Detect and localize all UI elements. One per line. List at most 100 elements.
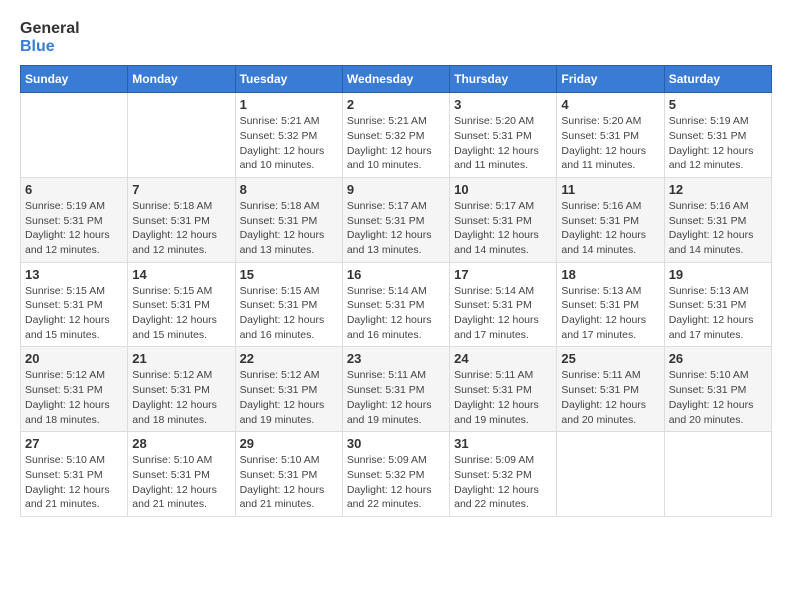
calendar-cell: 20 Sunrise: 5:12 AMSunset: 5:31 PMDayligh… [21,347,128,432]
day-info: Sunrise: 5:18 AMSunset: 5:31 PMDaylight:… [132,199,230,258]
day-number: 11 [561,182,659,197]
calendar-cell: 28Sunrise: 5:10 AMSunset: 5:31 PMDayligh… [128,432,235,517]
calendar-header-row: SundayMondayTuesdayWednesdayThursdayFrid… [21,66,772,93]
calendar-cell: 16 Sunrise: 5:14 AMSunset: 5:31 PMDayligh… [342,262,449,347]
day-number: 2 [347,97,445,112]
day-number: 23 [347,351,445,366]
weekday-header: Sunday [21,66,128,93]
calendar-cell: 31 Sunrise: 5:09 AMSunset: 5:32 PMDayligh… [450,432,557,517]
day-number: 10 [454,182,552,197]
day-info: Sunrise: 5:17 AMSunset: 5:31 PMDaylight:… [454,199,552,258]
calendar-week-row: 20 Sunrise: 5:12 AMSunset: 5:31 PMDayligh… [21,347,772,432]
day-number: 15 [240,267,338,282]
day-info: Sunrise: 5:12 AMSunset: 5:31 PMDaylight:… [240,368,338,427]
weekday-header: Friday [557,66,664,93]
day-info: Sunrise: 5:10 AMSunset: 5:31 PMDaylight:… [240,453,338,512]
day-info: Sunrise: 5:11 AMSunset: 5:31 PMDaylight:… [454,368,552,427]
day-number: 5 [669,97,767,112]
calendar-cell: 27 Sunrise: 5:10 AMSunset: 5:31 PMDayligh… [21,432,128,517]
page-header: General Blue General Blue [20,20,772,55]
day-info: Sunrise: 5:11 AMSunset: 5:31 PMDaylight:… [561,368,659,427]
day-number: 19 [669,267,767,282]
day-number: 7 [132,182,230,197]
day-info: Sunrise: 5:15 AMSunset: 5:31 PMDaylight:… [132,284,230,343]
calendar-cell: 9 Sunrise: 5:17 AMSunset: 5:31 PMDaylight… [342,177,449,262]
calendar-cell [664,432,771,517]
day-number: 4 [561,97,659,112]
day-info: Sunrise: 5:15 AMSunset: 5:31 PMDaylight:… [240,284,338,343]
calendar-cell: 15 Sunrise: 5:15 AMSunset: 5:31 PMDayligh… [235,262,342,347]
logo-general: General [20,20,80,38]
day-number: 14 [132,267,230,282]
day-info: Sunrise: 5:10 AMSunset: 5:31 PMDaylight:… [25,453,123,512]
day-number: 17 [454,267,552,282]
weekday-header: Saturday [664,66,771,93]
day-number: 31 [454,436,552,451]
day-number: 6 [25,182,123,197]
day-info: Sunrise: 5:09 AMSunset: 5:32 PMDaylight:… [347,453,445,512]
calendar-cell: 6 Sunrise: 5:19 AMSunset: 5:31 PMDaylight… [21,177,128,262]
day-number: 18 [561,267,659,282]
calendar-week-row: 27 Sunrise: 5:10 AMSunset: 5:31 PMDayligh… [21,432,772,517]
weekday-header: Wednesday [342,66,449,93]
day-info: Sunrise: 5:09 AMSunset: 5:32 PMDaylight:… [454,453,552,512]
calendar-cell: 30 Sunrise: 5:09 AMSunset: 5:32 PMDayligh… [342,432,449,517]
calendar-cell: 19 Sunrise: 5:13 AMSunset: 5:31 PMDayligh… [664,262,771,347]
day-number: 26 [669,351,767,366]
day-info: Sunrise: 5:21 AMSunset: 5:32 PMDaylight:… [240,114,338,173]
calendar-cell: 14 Sunrise: 5:15 AMSunset: 5:31 PMDayligh… [128,262,235,347]
calendar-cell [128,93,235,178]
day-info: Sunrise: 5:14 AMSunset: 5:31 PMDaylight:… [347,284,445,343]
calendar-cell: 11Sunrise: 5:16 AMSunset: 5:31 PMDayligh… [557,177,664,262]
calendar-cell: 3Sunrise: 5:20 AMSunset: 5:31 PMDaylight… [450,93,557,178]
day-info: Sunrise: 5:12 AMSunset: 5:31 PMDaylight:… [25,368,123,427]
calendar-cell: 13 Sunrise: 5:15 AMSunset: 5:31 PMDayligh… [21,262,128,347]
logo-blue: Blue [20,38,80,56]
weekday-header: Tuesday [235,66,342,93]
day-number: 24 [454,351,552,366]
day-info: Sunrise: 5:14 AMSunset: 5:31 PMDaylight:… [454,284,552,343]
day-info: Sunrise: 5:15 AMSunset: 5:31 PMDaylight:… [25,284,123,343]
calendar-cell: 29 Sunrise: 5:10 AMSunset: 5:31 PMDayligh… [235,432,342,517]
day-number: 27 [25,436,123,451]
day-number: 25 [561,351,659,366]
day-info: Sunrise: 5:13 AMSunset: 5:31 PMDaylight:… [561,284,659,343]
day-number: 20 [25,351,123,366]
weekday-header: Thursday [450,66,557,93]
calendar-cell: 1 Sunrise: 5:21 AMSunset: 5:32 PMDaylight… [235,93,342,178]
calendar-cell: 18 Sunrise: 5:13 AMSunset: 5:31 PMDayligh… [557,262,664,347]
day-number: 13 [25,267,123,282]
calendar-week-row: 13 Sunrise: 5:15 AMSunset: 5:31 PMDayligh… [21,262,772,347]
day-number: 30 [347,436,445,451]
calendar-cell: 7 Sunrise: 5:18 AMSunset: 5:31 PMDaylight… [128,177,235,262]
day-info: Sunrise: 5:21 AMSunset: 5:32 PMDaylight:… [347,114,445,173]
logo: General Blue General Blue [20,20,80,55]
day-number: 29 [240,436,338,451]
day-number: 3 [454,97,552,112]
calendar-week-row: 6 Sunrise: 5:19 AMSunset: 5:31 PMDaylight… [21,177,772,262]
day-number: 1 [240,97,338,112]
calendar-cell: 8Sunrise: 5:18 AMSunset: 5:31 PMDaylight… [235,177,342,262]
day-number: 22 [240,351,338,366]
day-info: Sunrise: 5:13 AMSunset: 5:31 PMDaylight:… [669,284,767,343]
day-number: 16 [347,267,445,282]
calendar-cell: 5Sunrise: 5:19 AMSunset: 5:31 PMDaylight… [664,93,771,178]
day-info: Sunrise: 5:20 AMSunset: 5:31 PMDaylight:… [561,114,659,173]
calendar-cell [21,93,128,178]
day-info: Sunrise: 5:12 AMSunset: 5:31 PMDaylight:… [132,368,230,427]
day-info: Sunrise: 5:10 AMSunset: 5:31 PMDaylight:… [669,368,767,427]
calendar-week-row: 1 Sunrise: 5:21 AMSunset: 5:32 PMDaylight… [21,93,772,178]
calendar-cell [557,432,664,517]
day-info: Sunrise: 5:19 AMSunset: 5:31 PMDaylight:… [25,199,123,258]
day-info: Sunrise: 5:17 AMSunset: 5:31 PMDaylight:… [347,199,445,258]
day-number: 21 [132,351,230,366]
calendar-cell: 23 Sunrise: 5:11 AMSunset: 5:31 PMDayligh… [342,347,449,432]
calendar-cell: 25 Sunrise: 5:11 AMSunset: 5:31 PMDayligh… [557,347,664,432]
weekday-header: Monday [128,66,235,93]
day-info: Sunrise: 5:11 AMSunset: 5:31 PMDaylight:… [347,368,445,427]
day-number: 9 [347,182,445,197]
calendar-cell: 22 Sunrise: 5:12 AMSunset: 5:31 PMDayligh… [235,347,342,432]
calendar-cell: 4 Sunrise: 5:20 AMSunset: 5:31 PMDaylight… [557,93,664,178]
calendar-cell: 10 Sunrise: 5:17 AMSunset: 5:31 PMDayligh… [450,177,557,262]
calendar-cell: 26 Sunrise: 5:10 AMSunset: 5:31 PMDayligh… [664,347,771,432]
